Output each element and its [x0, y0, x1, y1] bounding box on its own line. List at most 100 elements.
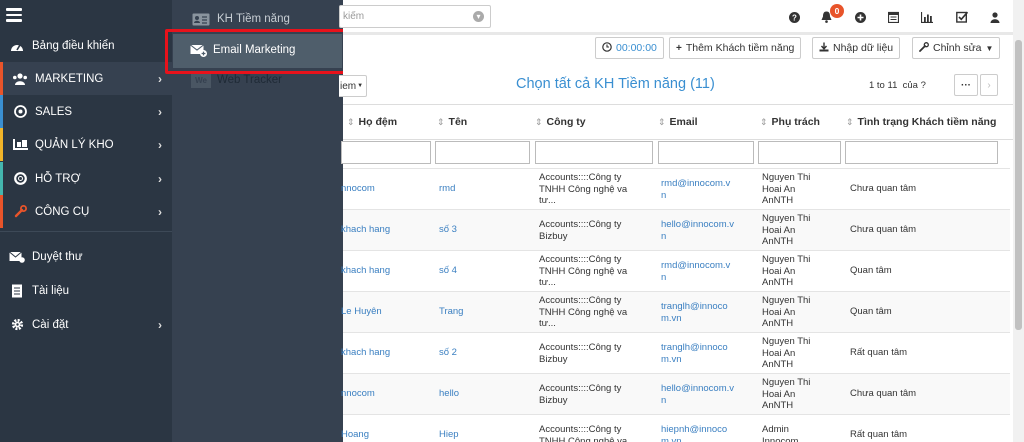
table-row[interactable]: Hoang Hiep Accounts::::Công ty TNHH Công ng… — [341, 414, 1010, 442]
chart-icon[interactable] — [920, 10, 934, 24]
sidebar-item-marketing[interactable]: MARKETING › — [0, 62, 172, 95]
chevron-down-icon[interactable]: ▾ — [473, 11, 484, 22]
filter-last-name-input[interactable] — [341, 141, 431, 164]
cell-last-name-line[interactable]: Le Huyên — [341, 306, 427, 318]
cell-last-name[interactable]: Hoang — [341, 429, 427, 441]
pager-next-icon[interactable]: › — [980, 74, 998, 96]
table-row[interactable]: khach hang số 4 Accounts::::Công ty TNHH Cô… — [341, 250, 1010, 291]
cell-email[interactable]: hiepnh@innoco m.vn — [661, 424, 755, 442]
cell-first-name-line[interactable]: số 3 — [439, 224, 527, 236]
cell-last-name[interactable]: nnocom — [341, 183, 427, 195]
column-header-email[interactable]: ⇕ Email — [658, 116, 698, 128]
cell-last-name-line[interactable]: khach hang — [341, 265, 427, 277]
sidebar-item-support[interactable]: HỖ TRỢ › — [0, 162, 172, 195]
column-header-owner[interactable]: ⇕ Phụ trách — [760, 116, 820, 128]
cell-email-line[interactable]: n — [661, 395, 755, 407]
cell-last-name[interactable]: nnocom — [341, 388, 427, 400]
cell-owner-line: Nguyen Thi — [762, 172, 811, 183]
cell-first-name[interactable]: Hiep — [439, 429, 527, 441]
cell-email-line[interactable]: rmd@innocom.v — [661, 260, 755, 272]
cell-first-name[interactable]: hello — [439, 388, 527, 400]
cell-email-line[interactable]: hiepnh@innoco — [661, 424, 755, 436]
column-header-status[interactable]: ⇕ Tình trạng Khách tiềm năng — [846, 116, 996, 128]
user-icon[interactable] — [988, 10, 1002, 24]
table-row[interactable]: nnocom rmd Accounts::::Công ty TNHH Công ng… — [341, 168, 1010, 209]
column-header-last-name[interactable]: ⇕ Họ đệm — [347, 116, 397, 128]
cell-first-name-line[interactable]: số 2 — [439, 347, 527, 359]
calendar-icon[interactable] — [886, 10, 900, 24]
submenu-item-web-tracker[interactable]: We Web Tracker — [172, 64, 343, 96]
cell-email[interactable]: hello@innocom.v n — [661, 383, 755, 406]
cell-last-name-line[interactable]: khach hang — [341, 347, 427, 359]
timer-button[interactable]: 00:00:00 — [595, 37, 664, 59]
edit-dropdown-button[interactable]: Chỉnh sửa ▼ — [912, 37, 1001, 59]
sidebar-item-settings[interactable]: Cài đặt › — [0, 308, 172, 341]
sidebar-item-tools[interactable]: CÔNG CỤ › — [0, 195, 172, 228]
tasks-icon[interactable] — [955, 10, 969, 24]
cell-first-name[interactable]: số 3 — [439, 224, 527, 236]
cell-first-name-line[interactable]: hello — [439, 388, 527, 400]
cell-first-name-line[interactable]: rmd — [439, 183, 527, 195]
cell-email-line[interactable]: hello@innocom.v — [661, 219, 755, 231]
cell-email-line[interactable]: m.vn — [661, 313, 755, 325]
cell-email[interactable]: rmd@innocom.v n — [661, 178, 755, 201]
submenu-item-leads[interactable]: KH Tiềm năng — [172, 3, 343, 35]
help-icon[interactable]: ? — [787, 10, 801, 24]
filter-status-input[interactable] — [845, 141, 998, 164]
cell-last-name-line[interactable]: khach hang — [341, 224, 427, 236]
cell-first-name-line[interactable]: số 4 — [439, 265, 527, 277]
filter-owner-input[interactable] — [758, 141, 841, 164]
cell-email[interactable]: tranglh@innoco m.vn — [661, 342, 755, 365]
table-row[interactable]: khach hang số 2 Accounts::::Công ty Bizbuy t… — [341, 332, 1010, 373]
import-button[interactable]: Nhập dữ liệu — [812, 37, 901, 59]
sidebar-item-documents[interactable]: Tài liệu — [0, 274, 172, 307]
cell-first-name[interactable]: số 2 — [439, 347, 527, 359]
column-header-company[interactable]: ⇕ Công ty — [535, 116, 586, 128]
hamburger-icon[interactable] — [6, 8, 22, 22]
cell-email-line[interactable]: hello@innocom.v — [661, 383, 755, 395]
column-header-first-name[interactable]: ⇕ Tên — [437, 116, 467, 128]
cell-email[interactable]: rmd@innocom.v n — [661, 260, 755, 283]
filter-email-input[interactable] — [658, 141, 754, 164]
cell-email-line[interactable]: tranglh@innoco — [661, 342, 755, 354]
scrollbar-thumb[interactable] — [1015, 40, 1022, 330]
sidebar-item-mail-review[interactable]: Duyệt thư — [0, 240, 172, 273]
add-lead-button[interactable]: + Thêm Khách tiềm năng — [669, 37, 802, 59]
sidebar-item-warehouse[interactable]: QUẢN LÝ KHO › — [0, 128, 172, 161]
cell-last-name[interactable]: khach hang — [341, 265, 427, 277]
page-scrollbar[interactable] — [1013, 0, 1024, 442]
cell-first-name[interactable]: số 4 — [439, 265, 527, 277]
table-row[interactable]: khach hang số 3 Accounts::::Công ty Bizbuy h… — [341, 209, 1010, 250]
cell-email-line[interactable]: n — [661, 231, 755, 243]
add-circle-icon[interactable] — [853, 10, 867, 24]
table-row[interactable]: nnocom hello Accounts::::Công ty Bizbuy hell… — [341, 373, 1010, 414]
filter-company-input[interactable] — [535, 141, 653, 164]
cell-first-name-line[interactable]: Hiep — [439, 429, 527, 441]
cell-last-name-line[interactable]: Hoang — [341, 429, 427, 441]
cell-email-line[interactable]: n — [661, 272, 755, 284]
table-row[interactable]: Le Huyên Trang Accounts::::Công ty TNHH Côn… — [341, 291, 1010, 332]
cell-email-line[interactable]: tranglh@innoco — [661, 301, 755, 313]
search-input[interactable]: kiếm ▾ — [339, 5, 491, 28]
cell-last-name[interactable]: Le Huyên — [341, 306, 427, 318]
cell-last-name-line[interactable]: nnocom — [341, 388, 427, 400]
cell-email[interactable]: tranglh@innoco m.vn — [661, 301, 755, 324]
cell-first-name[interactable]: Trang — [439, 306, 527, 318]
cell-email-line[interactable]: m.vn — [661, 354, 755, 366]
cell-first-name-line[interactable]: Trang — [439, 306, 527, 318]
filter-first-name-input[interactable] — [435, 141, 530, 164]
sidebar-item-dashboard[interactable]: Bảng điều khiển — [0, 29, 172, 62]
list-title[interactable]: Chọn tất cả KH Tiềm năng (11) — [516, 76, 715, 92]
pager-more-button[interactable]: ··· — [954, 74, 978, 96]
cell-last-name[interactable]: khach hang — [341, 347, 427, 359]
cell-email-line[interactable]: rmd@innocom.v — [661, 178, 755, 190]
cell-last-name[interactable]: khach hang — [341, 224, 427, 236]
cell-email-line[interactable]: m.vn — [661, 436, 755, 442]
filter-dropdown[interactable]: iem ▼ — [339, 75, 367, 97]
cell-email-line[interactable]: n — [661, 190, 755, 202]
sidebar-item-sales[interactable]: SALES › — [0, 95, 172, 128]
cell-first-name[interactable]: rmd — [439, 183, 527, 195]
cell-email[interactable]: hello@innocom.v n — [661, 219, 755, 242]
cell-last-name-line[interactable]: nnocom — [341, 183, 427, 195]
submenu-item-email-marketing[interactable]: Email Marketing — [173, 34, 342, 68]
